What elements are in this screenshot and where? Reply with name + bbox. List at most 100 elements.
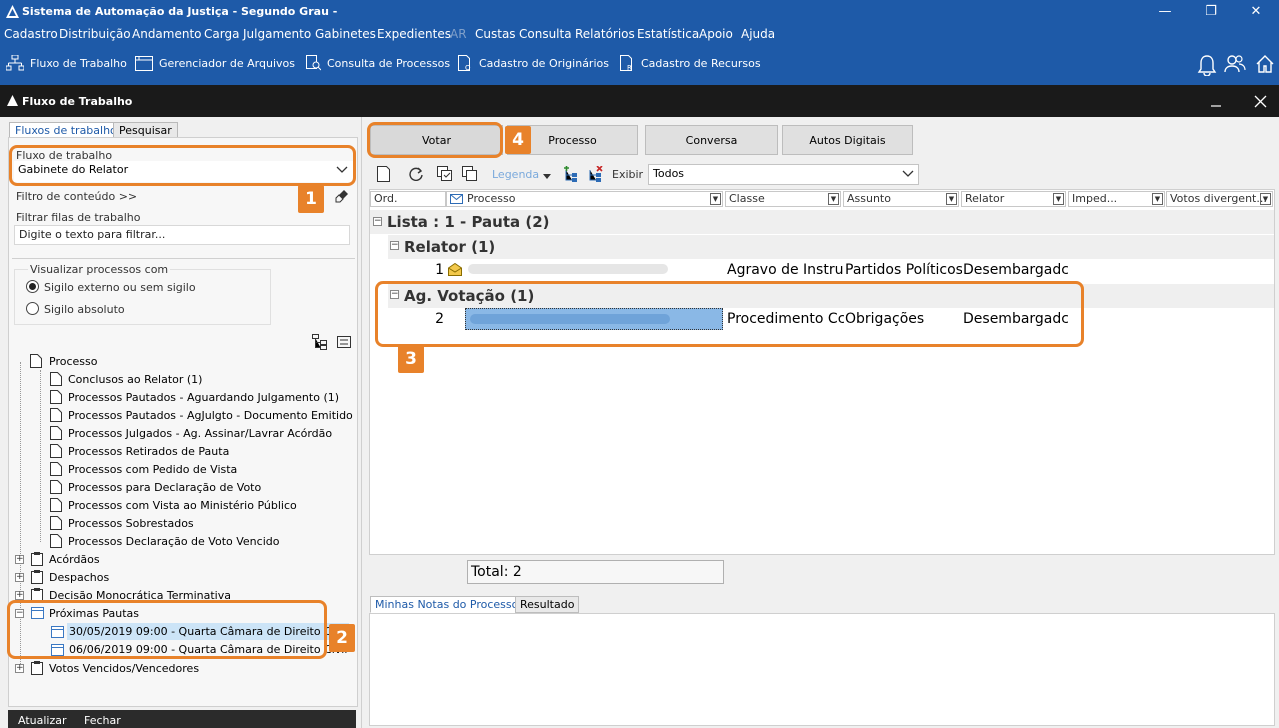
check-list-icon[interactable]	[437, 166, 453, 182]
cell-assunto[interactable]: Partidos Políticos	[845, 259, 962, 281]
column-filter-icon[interactable]: ▼	[1260, 193, 1271, 205]
home-icon[interactable]	[1255, 54, 1275, 74]
toolbar-consulta-processos[interactable]: Consulta de Processos	[306, 52, 450, 74]
tree-processo-child[interactable]: Processos Pautados - Aguardando Julgamen…	[68, 389, 339, 406]
minimize-button[interactable]: —	[1142, 2, 1188, 22]
radio-sigilo-externo[interactable]	[26, 280, 39, 293]
users-icon[interactable]	[1224, 54, 1246, 74]
expand-toggle[interactable]: +	[15, 573, 24, 582]
collapse-tree-icon[interactable]	[337, 336, 351, 348]
menu-julgamento[interactable]: Julgamento	[243, 27, 311, 41]
tree-processo-child[interactable]: Processos Sobrestados	[68, 515, 194, 532]
tree-processo-child[interactable]: Processos Julgados - Ag. Assinar/Lavrar …	[68, 425, 332, 442]
expand-tree-icon[interactable]	[312, 334, 328, 350]
col-assunto[interactable]: Assunto ▼	[843, 191, 959, 207]
col-processo[interactable]: Processo ▼	[446, 191, 723, 207]
filtrar-filas-input[interactable]: Digite o texto para filtrar...	[14, 225, 350, 245]
group-lista[interactable]: Lista : 1 - Pauta (2)	[370, 210, 1274, 234]
child-window-title: Fluxo de Trabalho	[22, 95, 133, 108]
bell-icon[interactable]	[1197, 54, 1217, 76]
cell-relator[interactable]: Desembargadc	[963, 259, 1068, 281]
tab-conversa[interactable]: Conversa	[645, 125, 778, 155]
exibir-select[interactable]: Todos	[648, 164, 919, 185]
column-filter-icon[interactable]: ▼	[1053, 193, 1064, 205]
toolbar-label: Cadastro de Originários	[479, 56, 609, 70]
envelope-icon	[450, 194, 463, 204]
menu-expedientes[interactable]: Expedientes	[377, 27, 451, 41]
tab-resultado[interactable]: Resultado	[515, 596, 580, 613]
menu-distribuicao[interactable]: Distribuição	[59, 27, 131, 41]
menu-carga[interactable]: Carga	[204, 27, 239, 41]
col-impedimento[interactable]: Imped... ▼	[1068, 191, 1165, 207]
filtro-conteudo-link[interactable]: Filtro de conteúdo >>	[16, 190, 137, 203]
total-count: Total: 2	[467, 560, 724, 584]
column-filter-icon[interactable]: ▼	[828, 193, 839, 205]
toolbar-fluxo-trabalho[interactable]: Fluxo de Trabalho	[6, 52, 127, 74]
legenda-dropdown[interactable]: Legenda	[492, 168, 539, 181]
close-child-icon[interactable]	[1254, 95, 1267, 108]
col-ord[interactable]: Ord.	[370, 191, 446, 207]
col-classe[interactable]: Classe ▼	[725, 191, 841, 207]
tab-autos-digitais[interactable]: Autos Digitais	[782, 125, 913, 155]
tab-minhas-notas[interactable]: Minhas Notas do Processo	[370, 596, 524, 613]
toolbar-label: Cadastro de Recursos	[641, 56, 761, 70]
column-filter-icon[interactable]: ▼	[710, 193, 721, 205]
new-document-icon[interactable]	[377, 166, 391, 182]
redacted-process-number[interactable]	[468, 264, 668, 274]
refresh-icon[interactable]	[409, 167, 423, 181]
group-relator[interactable]: Relator (1)	[388, 235, 1274, 259]
tree-processo-child[interactable]: Processos com Vista ao Ministério Públic…	[68, 497, 297, 514]
minimize-child-icon[interactable]	[1210, 96, 1222, 108]
cell-classe[interactable]: Agravo de Instru	[727, 259, 844, 281]
tree-processo-child[interactable]: Processos para Declaração de Voto	[68, 479, 261, 496]
menu-andamento[interactable]: Andamento	[132, 27, 202, 41]
document-icon	[50, 534, 62, 548]
tree-processo-child[interactable]: Processos com Pedido de Vista	[68, 461, 237, 478]
toolbar-gerenciador-arquivos[interactable]: Gerenciador de Arquivos	[135, 52, 295, 74]
col-votos-divergentes[interactable]: Votos divergent... ▼	[1166, 191, 1273, 207]
menu-estatistica[interactable]: Estatística	[637, 27, 699, 41]
add-tree-icon[interactable]	[563, 166, 579, 182]
caret-down-icon	[543, 174, 551, 179]
close-app-button[interactable]: ✕	[1233, 2, 1279, 22]
remove-tree-icon[interactable]	[587, 166, 603, 182]
tree-processo-child[interactable]: Processos Retirados de Pauta	[68, 443, 229, 460]
toolbar-cadastro-originarios[interactable]: O Cadastro de Originários	[458, 52, 609, 74]
tree-processo-child[interactable]: Processos Pautados - AgJulgto - Document…	[68, 407, 353, 424]
col-relator[interactable]: Relator ▼	[961, 191, 1066, 207]
menu-ajuda[interactable]: Ajuda	[741, 27, 775, 41]
fechar-button[interactable]: Fechar	[84, 714, 121, 727]
eraser-brush-icon[interactable]	[335, 189, 349, 203]
column-filter-icon[interactable]: ▼	[1152, 193, 1163, 205]
tree-acordaos[interactable]: Acórdãos	[49, 551, 100, 568]
copy-icon[interactable]	[462, 166, 478, 182]
tree-processo-child[interactable]: Conclusos ao Relator (1)	[68, 371, 202, 388]
menu-consulta[interactable]: Consulta	[519, 27, 572, 41]
tree-despachos[interactable]: Despachos	[49, 569, 109, 586]
menu-relatorios[interactable]: Relatórios	[575, 27, 635, 41]
menu-apoio[interactable]: Apoio	[699, 27, 733, 41]
menu-custas[interactable]: Custas	[475, 27, 516, 41]
app-title: Sistema de Automação da Justiça - Segund…	[22, 5, 338, 18]
menu-gabinetes[interactable]: Gabinetes	[315, 27, 376, 41]
collapse-toggle[interactable]: −	[373, 217, 382, 226]
atualizar-button[interactable]: Atualizar	[18, 714, 67, 727]
tree-votos-vencidos[interactable]: Votos Vencidos/Vencedores	[49, 660, 199, 677]
group-label: Relator (1)	[404, 238, 496, 256]
collapse-toggle[interactable]: −	[390, 241, 399, 250]
tree-processo-child[interactable]: Processos Declaração de Voto Vencido	[68, 533, 279, 550]
tab-fluxos-trabalho[interactable]: Fluxos de trabalho	[9, 122, 123, 138]
tab-pesquisar[interactable]: Pesquisar	[113, 122, 178, 138]
radio-sigilo-absoluto[interactable]	[26, 302, 39, 315]
expand-toggle[interactable]: +	[15, 555, 24, 564]
menu-cadastro[interactable]: Cadastro	[4, 27, 58, 41]
toolbar-cadastro-recursos[interactable]: R Cadastro de Recursos	[620, 52, 761, 74]
cell-ord[interactable]: 1	[400, 259, 444, 281]
restore-button[interactable]: ❐	[1188, 2, 1234, 22]
visualizar-group	[14, 269, 271, 325]
notes-editor[interactable]	[369, 613, 1275, 726]
expand-toggle[interactable]: +	[15, 591, 24, 600]
expand-toggle[interactable]: +	[15, 664, 24, 673]
tree-processo[interactable]: Processo	[49, 353, 97, 370]
column-filter-icon[interactable]: ▼	[946, 193, 957, 205]
